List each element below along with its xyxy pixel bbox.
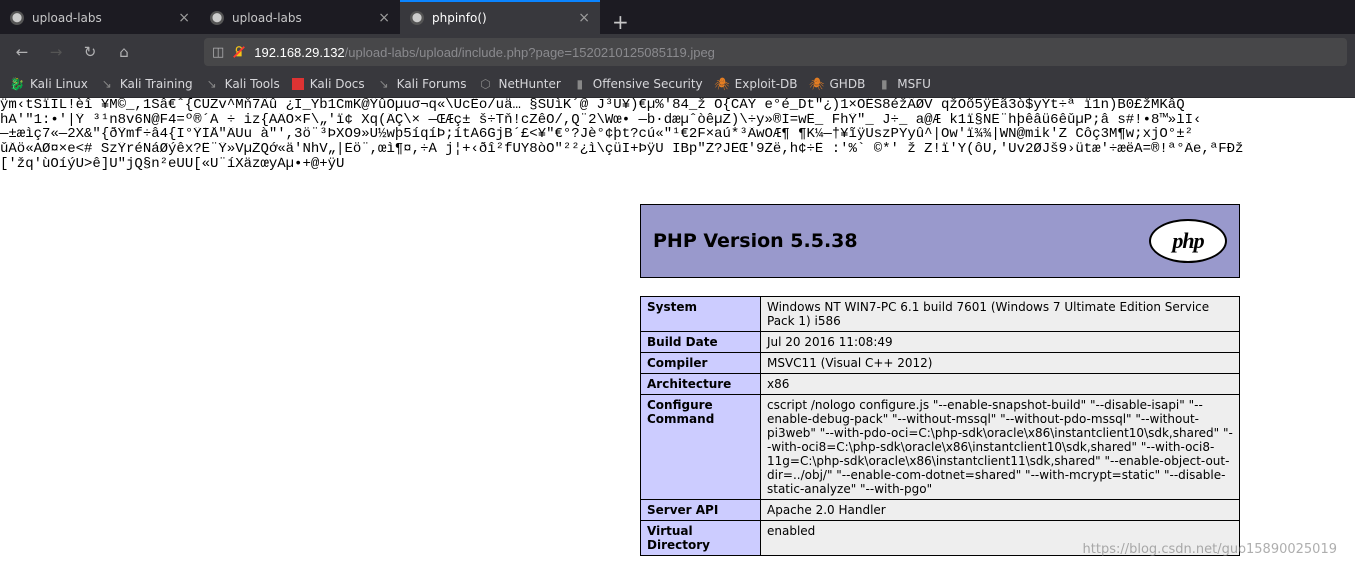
- browser-tab-bar: ⬤ upload-labs × ⬤ upload-labs × ⬤ phpinf…: [0, 0, 1355, 34]
- url-path: /upload-labs/upload/include.php?page=152…: [345, 45, 715, 60]
- tool-icon: ↘: [100, 77, 114, 91]
- phpinfo-value: Windows NT WIN7-PC 6.1 build 7601 (Windo…: [761, 297, 1240, 332]
- back-button[interactable]: ←: [8, 38, 36, 66]
- phpinfo-key: Server API: [641, 500, 761, 521]
- shield-icon[interactable]: ◫: [212, 45, 224, 60]
- new-tab-button[interactable]: +: [600, 10, 641, 34]
- tab-title: upload-labs: [32, 11, 102, 25]
- globe-icon: ⬤: [210, 11, 224, 25]
- table-row: SystemWindows NT WIN7-PC 6.1 build 7601 …: [641, 297, 1240, 332]
- phpinfo-value: cscript /nologo configure.js "--enable-s…: [761, 395, 1240, 500]
- bookmark-exploitdb[interactable]: 🕷 Exploit-DB: [715, 77, 798, 91]
- garbage-line: —±æìç7«—2X&"{ðŸmf÷â4{I°ŸÍÅ"ÂÚu à"',3ö¨³Þ…: [0, 127, 1355, 142]
- insecure-icon: [232, 45, 246, 59]
- bug-icon: 🕷: [810, 77, 824, 91]
- nav-bar: ← → ↻ ⌂ ◫ 192.168.29.132/upload-labs/upl…: [0, 34, 1355, 70]
- phpinfo-key: Virtual Directory: [641, 521, 761, 556]
- garbage-line: ['žq'ùÔíýÚ>ê]Ú"jQ§n²eÙÛ[«Ú¨íXäzœyÁµ•+@+ÿ…: [0, 157, 1355, 172]
- phpinfo-value: Jul 20 2016 11:08:49: [761, 332, 1240, 353]
- table-row: CompilerMSVC11 (Visual C++ 2012): [641, 353, 1240, 374]
- garbage-line: hÁ'"1:•'|Ÿ ³¹n8v6N@F4=º®´Á ÷ iz{ÁÂÕ×F\„'…: [0, 113, 1355, 128]
- bookmark-label: MSFU: [897, 77, 931, 91]
- watermark-text: https://blog.csdn.net/guo15890025019: [1083, 542, 1337, 557]
- globe-icon: ⬤: [10, 11, 24, 25]
- tab-3[interactable]: ⬤ phpinfo() ×: [400, 0, 600, 34]
- phpinfo-value: MSVC11 (Visual C++ 2012): [761, 353, 1240, 374]
- bookmark-label: Kali Linux: [30, 77, 88, 91]
- tab-2[interactable]: ⬤ upload-labs ×: [200, 0, 400, 34]
- table-row: Server APIApache 2.0 Handler: [641, 500, 1240, 521]
- bookmark-label: Exploit-DB: [735, 77, 798, 91]
- offsec-icon: ▮: [877, 77, 891, 91]
- tool-icon: ⬡: [478, 77, 492, 91]
- home-button[interactable]: ⌂: [110, 38, 138, 66]
- tool-icon: ↘: [377, 77, 391, 91]
- bookmark-kali-docs[interactable]: Kali Docs: [292, 77, 365, 91]
- tab-title: upload-labs: [232, 11, 302, 25]
- close-icon[interactable]: ×: [378, 10, 390, 26]
- phpinfo-key: Architecture: [641, 374, 761, 395]
- bookmark-offsec[interactable]: ▮ Offensive Security: [573, 77, 703, 91]
- phpinfo-value: Apache 2.0 Handler: [761, 500, 1240, 521]
- bookmark-label: Kali Forums: [397, 77, 467, 91]
- tab-1[interactable]: ⬤ upload-labs ×: [0, 0, 200, 34]
- url-text: 192.168.29.132/upload-labs/upload/includ…: [254, 45, 715, 60]
- table-row: Configure Commandcscript /nologo configu…: [641, 395, 1240, 500]
- phpinfo-panel: PHP Version 5.5.38 php SystemWindows NT …: [640, 204, 1240, 556]
- tool-icon: ↘: [205, 77, 219, 91]
- table-row: Architecturex86: [641, 374, 1240, 395]
- php-version-title: PHP Version 5.5.38: [653, 230, 858, 252]
- close-icon[interactable]: ×: [178, 10, 190, 26]
- bug-icon: 🕷: [715, 77, 729, 91]
- phpinfo-key: System: [641, 297, 761, 332]
- bookmark-label: Offensive Security: [593, 77, 703, 91]
- table-row: Build DateJul 20 2016 11:08:49: [641, 332, 1240, 353]
- bookmark-label: Kali Training: [120, 77, 193, 91]
- bookmark-label: Kali Docs: [310, 77, 365, 91]
- php-logo-text: php: [1172, 228, 1203, 254]
- phpinfo-value: x86: [761, 374, 1240, 395]
- bookmark-nethunter[interactable]: ⬡ NetHunter: [478, 77, 560, 91]
- garbage-line: ǔÄö«ÀØ¤×e<# SzŸréÑáØýêx?Ë¨Ÿ»VµŽQớ«ä'ÑhV„…: [0, 142, 1355, 157]
- bookmark-label: NetHunter: [498, 77, 560, 91]
- bookmark-msfu[interactable]: ▮ MSFU: [877, 77, 931, 91]
- close-icon[interactable]: ×: [578, 10, 590, 26]
- globe-icon: ⬤: [410, 11, 424, 25]
- url-host: 192.168.29.132: [254, 45, 344, 60]
- forward-button: →: [42, 38, 70, 66]
- phpinfo-header: PHP Version 5.5.38 php: [640, 204, 1240, 278]
- php-logo-icon: php: [1149, 219, 1227, 263]
- bookmark-label: GHDB: [830, 77, 866, 91]
- tab-title: phpinfo(): [432, 11, 487, 25]
- binary-garbage: ÿm‹tŠïIL!èî ¥M©_,1Sâ€ˆ{CÚZv^Mň7Âû ¿I_Yb1…: [0, 98, 1355, 175]
- bookmark-kali-tools[interactable]: ↘ Kali Tools: [205, 77, 280, 91]
- offsec-icon: ▮: [573, 77, 587, 91]
- bookmark-kali-training[interactable]: ↘ Kali Training: [100, 77, 193, 91]
- bookmark-kali-forums[interactable]: ↘ Kali Forums: [377, 77, 467, 91]
- phpinfo-key: Build Date: [641, 332, 761, 353]
- phpinfo-key: Compiler: [641, 353, 761, 374]
- doc-icon: [292, 78, 304, 90]
- dragon-icon: 🐉: [10, 77, 24, 91]
- garbage-line: ÿm‹tŠïIL!èî ¥M©_,1Sâ€ˆ{CÚZv^Mň7Âû ¿I_Yb1…: [0, 98, 1355, 113]
- bookmark-ghdb[interactable]: 🕷 GHDB: [810, 77, 866, 91]
- page-content: ÿm‹tŠïIL!èî ¥M©_,1Sâ€ˆ{CÚZv^Mň7Âû ¿I_Yb1…: [0, 98, 1355, 563]
- bookmark-label: Kali Tools: [225, 77, 280, 91]
- reload-button[interactable]: ↻: [76, 38, 104, 66]
- phpinfo-table: SystemWindows NT WIN7-PC 6.1 build 7601 …: [640, 296, 1240, 556]
- bookmark-kali-linux[interactable]: 🐉 Kali Linux: [10, 77, 88, 91]
- address-bar[interactable]: ◫ 192.168.29.132/upload-labs/upload/incl…: [204, 38, 1347, 66]
- phpinfo-key: Configure Command: [641, 395, 761, 500]
- bookmarks-bar: 🐉 Kali Linux ↘ Kali Training ↘ Kali Tools K…: [0, 70, 1355, 98]
